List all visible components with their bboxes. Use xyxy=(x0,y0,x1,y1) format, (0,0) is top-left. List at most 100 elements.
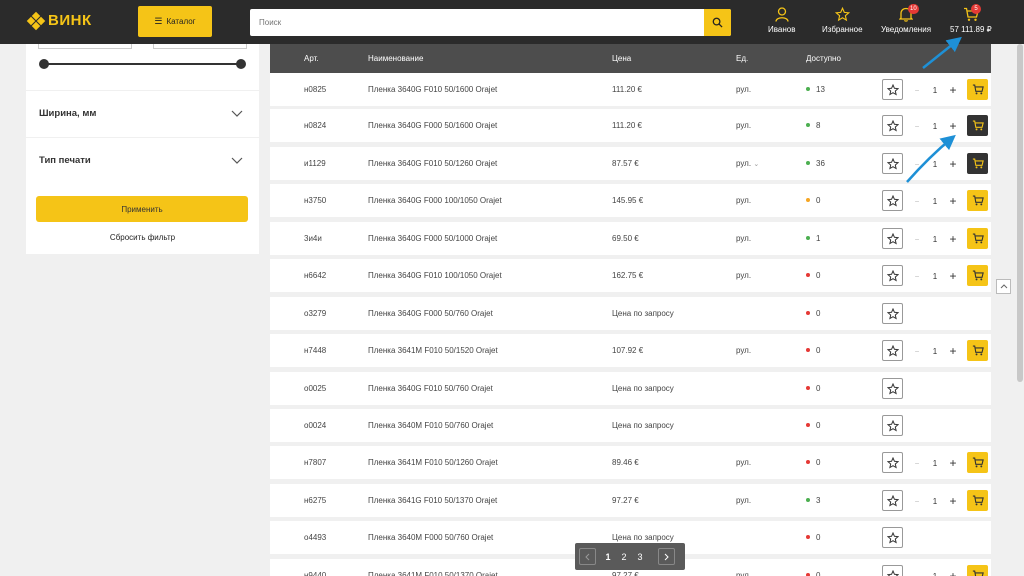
add-to-favorites-button[interactable] xyxy=(882,190,903,211)
add-to-cart-button[interactable] xyxy=(967,265,988,286)
increase-quantity-button[interactable]: + xyxy=(948,157,958,171)
decrease-quantity-button[interactable]: − xyxy=(912,497,922,506)
row-art[interactable]: н0824 xyxy=(304,121,326,130)
next-page-button[interactable] xyxy=(658,548,675,565)
increase-quantity-button[interactable]: + xyxy=(948,494,958,508)
decrease-quantity-button[interactable]: − xyxy=(912,197,922,206)
row-art[interactable]: н0825 xyxy=(304,85,326,94)
row-name[interactable]: Пленка 3640M F010 50/760 Orajet xyxy=(368,421,493,430)
decrease-quantity-button[interactable]: − xyxy=(912,572,922,576)
row-name[interactable]: Пленка 3640G F010 50/760 Orajet xyxy=(368,384,493,393)
column-price[interactable]: Цена xyxy=(612,54,631,63)
range-to-input[interactable] xyxy=(153,44,247,49)
row-name[interactable]: Пленка 3640G F000 50/760 Orajet xyxy=(368,309,493,318)
row-art[interactable]: н9440 xyxy=(304,571,326,576)
column-art[interactable]: Арт. xyxy=(304,54,319,63)
decrease-quantity-button[interactable]: − xyxy=(912,122,922,131)
add-to-favorites-button[interactable] xyxy=(882,153,903,174)
add-to-cart-button[interactable] xyxy=(967,490,988,511)
increase-quantity-button[interactable]: + xyxy=(948,269,958,283)
add-to-cart-button[interactable] xyxy=(967,565,988,576)
add-to-cart-button[interactable] xyxy=(967,115,988,136)
range-slider-max-handle[interactable] xyxy=(236,59,246,69)
catalog-button[interactable]: ☰ Каталог xyxy=(138,6,212,37)
row-unit[interactable]: рул. ⌄ xyxy=(736,159,759,168)
apply-filter-button[interactable]: Применить xyxy=(36,196,248,222)
logo[interactable]: ВИНК xyxy=(26,11,92,30)
quantity-value[interactable]: 1 xyxy=(933,197,937,206)
quantity-value[interactable]: 1 xyxy=(933,86,937,95)
favorites-link[interactable]: Избранное xyxy=(822,7,863,34)
scrollbar[interactable] xyxy=(1016,44,1024,576)
row-art[interactable]: н7807 xyxy=(304,458,326,467)
add-to-favorites-button[interactable] xyxy=(882,228,903,249)
row-art[interactable]: о0024 xyxy=(304,421,326,430)
column-unit[interactable]: Ед. xyxy=(736,54,748,63)
search-button[interactable] xyxy=(704,9,731,36)
add-to-favorites-button[interactable] xyxy=(882,527,903,548)
cart-link[interactable]: 5 57 111.89 ₽ xyxy=(950,4,992,34)
decrease-quantity-button[interactable]: − xyxy=(912,86,922,95)
row-art[interactable]: н6642 xyxy=(304,271,326,280)
decrease-quantity-button[interactable]: − xyxy=(912,235,922,244)
search-input[interactable] xyxy=(250,9,704,36)
row-name[interactable]: Пленка 3640G F000 100/1050 Orajet xyxy=(368,196,502,205)
row-name[interactable]: Пленка 3641M F010 50/1260 Orajet xyxy=(368,458,498,467)
prev-page-button[interactable] xyxy=(579,548,596,565)
add-to-cart-button[interactable] xyxy=(967,228,988,249)
quantity-value[interactable]: 1 xyxy=(933,497,937,506)
add-to-favorites-button[interactable] xyxy=(882,79,903,100)
quantity-value[interactable]: 1 xyxy=(933,459,937,468)
add-to-favorites-button[interactable] xyxy=(882,378,903,399)
add-to-favorites-button[interactable] xyxy=(882,452,903,473)
decrease-quantity-button[interactable]: − xyxy=(912,272,922,281)
quantity-value[interactable]: 1 xyxy=(933,235,937,244)
range-from-input[interactable] xyxy=(38,44,132,49)
scroll-to-top-button[interactable] xyxy=(996,279,1011,294)
notifications-link[interactable]: 10 Уведомления xyxy=(881,4,931,34)
page-2[interactable]: 2 xyxy=(616,552,632,562)
increase-quantity-button[interactable]: + xyxy=(948,194,958,208)
add-to-favorites-button[interactable] xyxy=(882,565,903,576)
row-name[interactable]: Пленка 3641M F010 50/1520 Orajet xyxy=(368,346,498,355)
decrease-quantity-button[interactable]: − xyxy=(912,459,922,468)
row-art[interactable]: и1129 xyxy=(304,159,326,168)
increase-quantity-button[interactable]: + xyxy=(948,456,958,470)
quantity-value[interactable]: 1 xyxy=(933,160,937,169)
row-name[interactable]: Пленка 3640M F000 50/760 Orajet xyxy=(368,533,493,542)
quantity-value[interactable]: 1 xyxy=(933,122,937,131)
add-to-favorites-button[interactable] xyxy=(882,303,903,324)
filter-print-type[interactable]: Тип печати xyxy=(26,137,259,183)
add-to-favorites-button[interactable] xyxy=(882,415,903,436)
quantity-value[interactable]: 1 xyxy=(933,272,937,281)
row-art[interactable]: н7448 xyxy=(304,346,326,355)
column-available[interactable]: Доступно xyxy=(806,54,841,63)
add-to-cart-button[interactable] xyxy=(967,452,988,473)
reset-filter-link[interactable]: Сбросить фильтр xyxy=(26,233,259,242)
add-to-favorites-button[interactable] xyxy=(882,340,903,361)
increase-quantity-button[interactable]: + xyxy=(948,232,958,246)
add-to-cart-button[interactable] xyxy=(967,340,988,361)
row-art[interactable]: 3и4и xyxy=(304,234,322,243)
page-1[interactable]: 1 xyxy=(600,552,616,562)
row-name[interactable]: Пленка 3640G F010 50/1260 Orajet xyxy=(368,159,497,168)
increase-quantity-button[interactable]: + xyxy=(948,83,958,97)
row-name[interactable]: Пленка 3640G F010 100/1050 Orajet xyxy=(368,271,502,280)
row-name[interactable]: Пленка 3640G F000 50/1600 Orajet xyxy=(368,121,497,130)
row-art[interactable]: н3750 xyxy=(304,196,326,205)
row-art[interactable]: н6275 xyxy=(304,496,326,505)
filter-width[interactable]: Ширина, мм xyxy=(26,90,259,136)
increase-quantity-button[interactable]: + xyxy=(948,344,958,358)
user-menu[interactable]: Иванов xyxy=(768,7,795,34)
quantity-value[interactable]: 1 xyxy=(933,572,937,576)
scrollbar-thumb[interactable] xyxy=(1017,44,1023,382)
column-name[interactable]: Наименование xyxy=(368,54,423,63)
row-name[interactable]: Пленка 3641G F010 50/1370 Orajet xyxy=(368,496,497,505)
row-art[interactable]: о4493 xyxy=(304,533,326,542)
increase-quantity-button[interactable]: + xyxy=(948,119,958,133)
row-name[interactable]: Пленка 3640G F000 50/1000 Orajet xyxy=(368,234,497,243)
add-to-favorites-button[interactable] xyxy=(882,115,903,136)
page-3[interactable]: 3 xyxy=(632,552,648,562)
add-to-cart-button[interactable] xyxy=(967,153,988,174)
add-to-favorites-button[interactable] xyxy=(882,265,903,286)
